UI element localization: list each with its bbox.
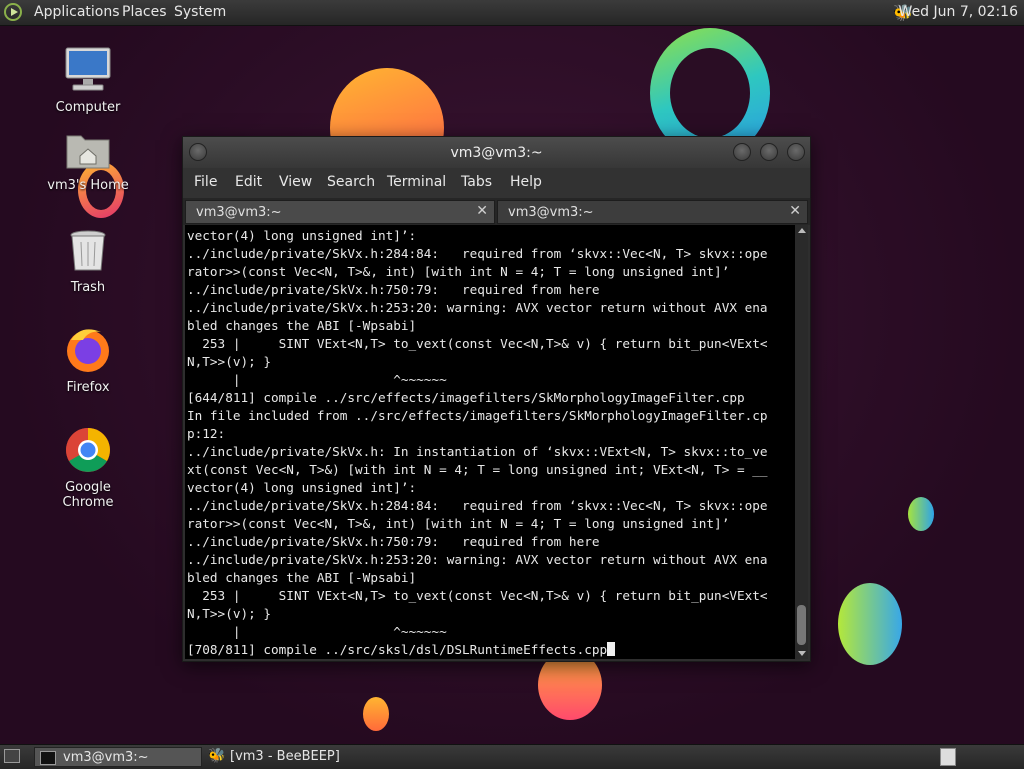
tab-bar: vm3@vm3:~ ✕ vm3@vm3:~ ✕	[183, 198, 810, 225]
firefox-icon	[67, 329, 109, 372]
menu-help[interactable]: Help	[510, 174, 542, 190]
desktop-icon-computer[interactable]: Computer	[38, 46, 138, 115]
terminal-menubar: File Edit View Search Terminal Tabs Help	[183, 168, 810, 198]
desktop-icon-label: Google Chrome	[62, 480, 114, 510]
scrollbar-thumb[interactable]	[797, 605, 806, 645]
desktop-icon-label: Trash	[70, 280, 106, 295]
desktop-icon-chrome[interactable]: Google Chrome	[38, 426, 138, 510]
menu-terminal[interactable]: Terminal	[387, 174, 446, 190]
bottom-panel: vm3@vm3:~ 🐝 [vm3 - BeeBEEP]	[0, 744, 1024, 769]
terminal-output-area[interactable]: vector(4) long unsigned int]’: ../includ…	[185, 225, 795, 659]
minimize-button[interactable]	[733, 143, 751, 161]
trash-icon	[70, 230, 106, 271]
computer-icon	[65, 47, 111, 91]
taskbar-label: [vm3 - BeeBEEP]	[230, 749, 340, 764]
chrome-icon	[66, 428, 110, 472]
scroll-up-icon[interactable]	[798, 228, 806, 233]
window-titlebar[interactable]: vm3@vm3:~	[183, 137, 810, 168]
terminal-scrollbar[interactable]	[795, 225, 808, 659]
menu-tabs[interactable]: Tabs	[461, 174, 492, 190]
show-desktop-icon[interactable]	[4, 749, 20, 763]
system-logo-icon[interactable]	[4, 3, 22, 21]
tab-label: vm3@vm3:~	[508, 205, 594, 220]
menu-applications[interactable]: Applications	[34, 4, 120, 20]
menu-view[interactable]: View	[279, 174, 312, 190]
text-cursor	[607, 642, 616, 656]
desktop-icon-home[interactable]: vm3's Home	[38, 128, 138, 193]
wallpaper-blue-blob	[838, 583, 902, 665]
taskbar-item-beebeep[interactable]: 🐝 [vm3 - BeeBEEP]	[204, 747, 394, 767]
wallpaper-teal-blob	[908, 497, 934, 531]
tab-close-icon[interactable]: ✕	[476, 203, 488, 219]
tab-close-icon[interactable]: ✕	[789, 203, 801, 219]
taskbar-item-terminal[interactable]: vm3@vm3:~	[34, 747, 202, 767]
desktop-icon-label: Firefox	[66, 380, 110, 395]
scroll-down-icon[interactable]	[798, 651, 806, 656]
desktop-icon-trash[interactable]: Trash	[38, 228, 138, 295]
terminal-window: vm3@vm3:~ File Edit View Search Terminal…	[182, 136, 811, 662]
menu-edit[interactable]: Edit	[235, 174, 262, 190]
maximize-button[interactable]	[760, 143, 778, 161]
desktop-icon-firefox[interactable]: Firefox	[38, 326, 138, 395]
taskbar-label: vm3@vm3:~	[63, 750, 149, 765]
tab-label: vm3@vm3:~	[196, 205, 282, 220]
wallpaper-small-orange-blob	[363, 697, 389, 731]
close-button[interactable]	[787, 143, 805, 161]
tab-terminal-2[interactable]: vm3@vm3:~ ✕	[497, 200, 808, 224]
clock[interactable]: Wed Jun 7, 02:16	[899, 4, 1018, 20]
home-folder-icon	[66, 135, 110, 169]
menu-search[interactable]: Search	[327, 174, 375, 190]
terminal-icon	[40, 751, 56, 765]
tab-terminal-1[interactable]: vm3@vm3:~ ✕	[185, 200, 495, 224]
window-title: vm3@vm3:~	[450, 145, 543, 161]
desktop-icon-label: vm3's Home	[47, 178, 129, 193]
top-panel: Applications Places System 🐝 Wed Jun 7, …	[0, 0, 1024, 26]
menu-file[interactable]: File	[194, 174, 217, 190]
menu-system[interactable]: System	[174, 4, 226, 20]
terminal-output: vector(4) long unsigned int]’: ../includ…	[187, 228, 768, 657]
menu-places[interactable]: Places	[122, 4, 167, 20]
desktop-icon-label: Computer	[55, 100, 121, 115]
workspace-switcher[interactable]	[940, 748, 956, 766]
beebeep-icon: 🐝	[208, 748, 226, 764]
